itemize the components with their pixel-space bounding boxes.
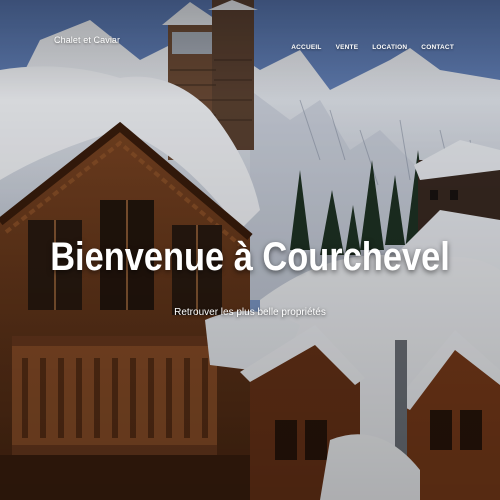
nav-link-location[interactable]: LOCATION bbox=[372, 44, 407, 51]
hero-subtitle: Retrouver les plus belle propriétés bbox=[174, 307, 326, 318]
brand-logo-link[interactable]: Chalet et Caviar bbox=[54, 35, 120, 45]
top-navbar: Chalet et Caviar ACCUEIL VENTE LOCATION … bbox=[0, 0, 500, 80]
hero-title: Bienvenue à Courchevel bbox=[50, 235, 450, 279]
nav-item-location: LOCATION bbox=[372, 36, 407, 54]
nav-item-vente: VENTE bbox=[336, 36, 359, 54]
nav-item-accueil: ACCUEIL bbox=[291, 36, 321, 54]
nav-link-vente[interactable]: VENTE bbox=[336, 44, 359, 51]
nav-link-contact[interactable]: CONTACT bbox=[421, 44, 454, 51]
nav-links: ACCUEIL VENTE LOCATION CONTACT bbox=[291, 36, 454, 54]
nav-item-contact: CONTACT bbox=[421, 36, 454, 54]
hero-section: Chalet et Caviar ACCUEIL VENTE LOCATION … bbox=[0, 0, 500, 500]
nav-link-accueil[interactable]: ACCUEIL bbox=[291, 44, 321, 51]
